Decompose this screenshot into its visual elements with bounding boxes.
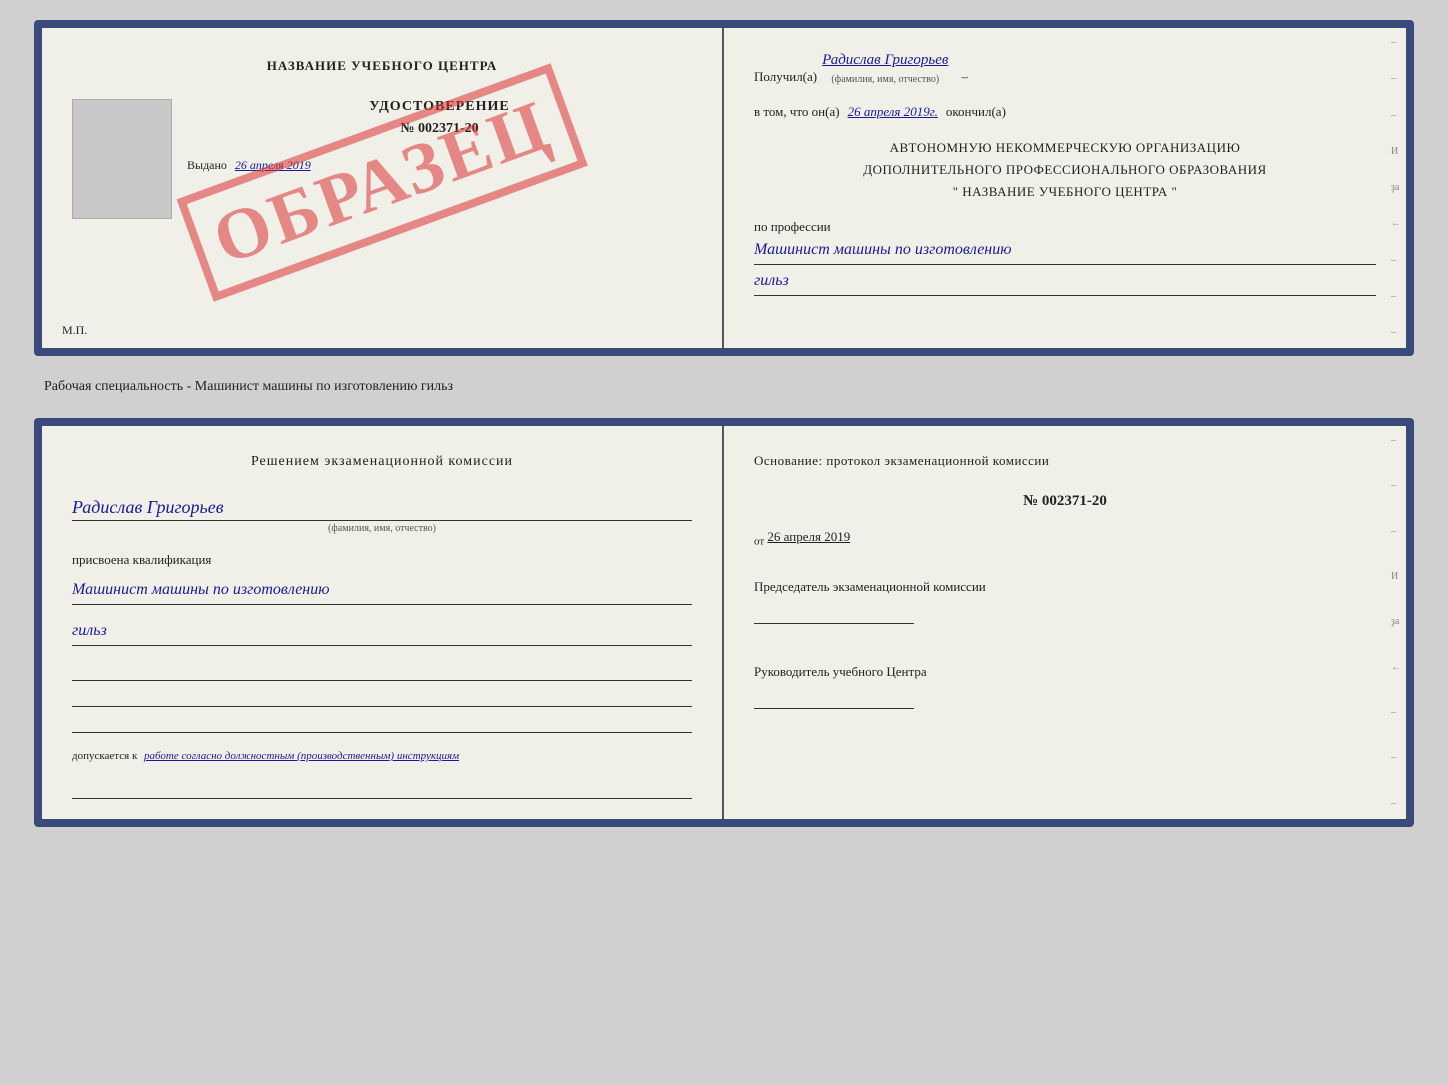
underline-2 [72, 687, 692, 707]
cert-title: УДОСТОВЕРЕНИЕ [187, 99, 692, 115]
cert-issued: Выдано 26 апреля 2019 [187, 158, 692, 173]
org-line3: " НАЗВАНИЕ УЧЕБНОГО ЦЕНТРА " [754, 181, 1376, 203]
protocol-date-prefix: от [754, 535, 764, 547]
osnov-title: Основание: протокол экзаменационной коми… [754, 451, 1376, 472]
issued-date: 26 апреля 2019 [235, 158, 311, 172]
photo-placeholder [72, 99, 172, 219]
recipient-sub: (фамилия, имя, отчество) [831, 72, 939, 88]
top-right-content: Получил(а) Радислав Григорьев (фамилия, … [754, 48, 1376, 296]
допускается-prefix: допускается к [72, 750, 137, 762]
bottom-doc-left: Решением экзаменационной комиссии Радисл… [42, 426, 724, 819]
commission-title: Решением экзаменационной комиссии [72, 451, 692, 472]
director-title: Руководитель учебного Центра [754, 663, 1376, 681]
cert-number: № 002371-20 [187, 121, 692, 137]
profession-prefix: по профессии [754, 217, 1376, 238]
profession-handwritten: Машинист машины по изготовлению [754, 238, 1376, 265]
specialty-label: Рабочая специальность - Машинист машины … [34, 374, 1414, 400]
profession-block: по профессии Машинист машины по изготовл… [754, 217, 1376, 296]
issued-label: Выдано [187, 158, 227, 172]
director-sig-line [754, 689, 914, 709]
bottom-name-sub: (фамилия, имя, отчество) [72, 523, 692, 534]
date-value: 26 апреля 2019г. [848, 102, 938, 123]
mp-label: М.П. [62, 323, 87, 338]
underline-bottom [72, 779, 692, 799]
chairman-title: Председатель экзаменационной комиссии [754, 578, 1376, 596]
bottom-name-handwritten: Радислав Григорьев [72, 497, 692, 521]
допускается-text: работе согласно должностным (производств… [144, 750, 459, 762]
side-dashes-top-right: – – – И ҙа ← – – – [1386, 28, 1406, 348]
protocol-date: от 26 апреля 2019 [754, 527, 1376, 551]
recipient-name: Радислав Григорьев [822, 48, 948, 72]
bottom-doc-right: Основание: протокол экзаменационной коми… [724, 426, 1406, 819]
recipient-dash: – [961, 67, 968, 88]
underline-3 [72, 713, 692, 733]
recipient-prefix: Получил(а) [754, 67, 817, 88]
top-doc-left: НАЗВАНИЕ УЧЕБНОГО ЦЕНТРА УДОСТОВЕРЕНИЕ №… [42, 28, 724, 348]
protocol-number: № 002371-20 [754, 489, 1376, 513]
date-suffix: окончил(а) [946, 102, 1006, 123]
name-block: Радислав Григорьев (фамилия, имя, отчест… [72, 492, 692, 534]
protocol-date-value: 26 апреля 2019 [767, 529, 850, 544]
допускается-block: допускается к работе согласно должностны… [72, 748, 692, 765]
qualification-handwritten2: гильз [72, 619, 692, 646]
bottom-right-content: Основание: протокол экзаменационной коми… [754, 451, 1376, 716]
date-line: в том, что он(а) 26 апреля 2019г. окончи… [754, 102, 1376, 123]
cert-area: УДОСТОВЕРЕНИЕ № 002371-20 Выдано 26 апре… [72, 99, 692, 219]
qualification-handwritten: Машинист машины по изготовлению [72, 578, 692, 605]
bottom-document: Решением экзаменационной комиссии Радисл… [34, 418, 1414, 827]
qualification-label: присвоена квалификация [72, 552, 692, 568]
chairman-block: Председатель экзаменационной комиссии [754, 578, 1376, 631]
date-prefix: в том, что он(а) [754, 102, 840, 123]
director-block: Руководитель учебного Центра [754, 663, 1376, 716]
recipient-line: Получил(а) Радислав Григорьев (фамилия, … [754, 48, 1376, 88]
chairman-sig-line [754, 604, 914, 624]
org-line1: АВТОНОМНУЮ НЕКОММЕРЧЕСКУЮ ОРГАНИЗАЦИЮ [754, 137, 1376, 159]
profession-handwritten2: гильз [754, 269, 1376, 296]
underline-1 [72, 661, 692, 681]
top-document: НАЗВАНИЕ УЧЕБНОГО ЦЕНТРА УДОСТОВЕРЕНИЕ №… [34, 20, 1414, 356]
top-doc-right: Получил(а) Радислав Григорьев (фамилия, … [724, 28, 1406, 348]
org-block: АВТОНОМНУЮ НЕКОММЕРЧЕСКУЮ ОРГАНИЗАЦИЮ ДО… [754, 137, 1376, 203]
org-line2: ДОПОЛНИТЕЛЬНОГО ПРОФЕССИОНАЛЬНОГО ОБРАЗО… [754, 159, 1376, 181]
school-name-top: НАЗВАНИЕ УЧЕБНОГО ЦЕНТРА [267, 58, 498, 74]
side-dashes-bottom-right: – – – И ҙа ← – – – [1386, 426, 1406, 819]
underlines-block [72, 661, 692, 733]
cert-info: УДОСТОВЕРЕНИЕ № 002371-20 Выдано 26 апре… [187, 99, 692, 219]
